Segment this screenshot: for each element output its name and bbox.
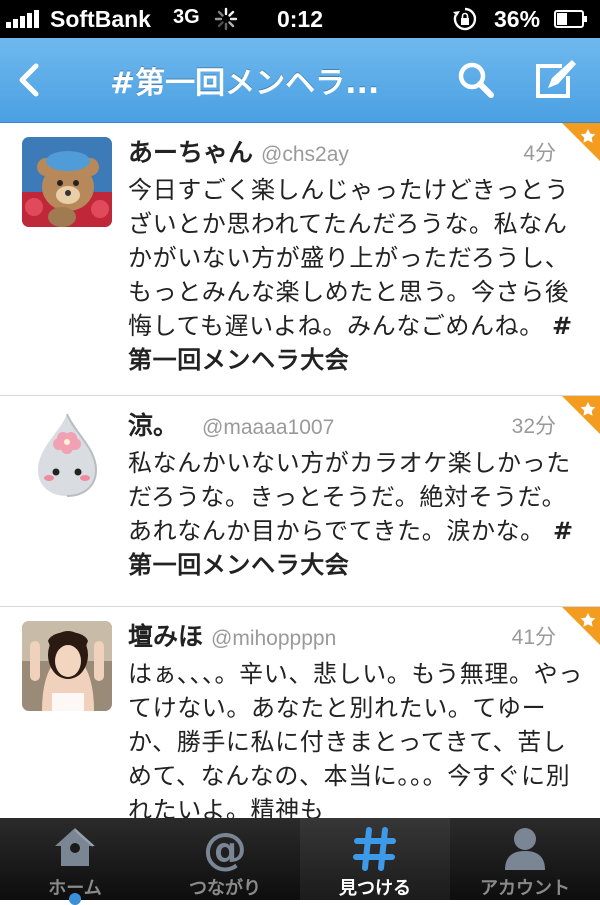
navigation-bar: #第一回メンヘラ... bbox=[0, 38, 600, 123]
user-handle[interactable]: @maaaa1007 bbox=[202, 416, 334, 439]
tweet-timestamp: 32分 bbox=[511, 415, 556, 438]
tab-account[interactable]: アカウント bbox=[450, 818, 600, 900]
tweet-text: 私なんかいない方がカラオケ楽しかっただろうな。きっとそうだ。絶対そうだ。あれなん… bbox=[128, 446, 584, 582]
tab-discover[interactable]: 見つける bbox=[300, 818, 450, 900]
tab-label: つながり bbox=[189, 878, 261, 899]
tweet-body: はぁ、、、。辛い、悲しい。もう無理。やってけない。あなたと別れたい。てゆーか、勝… bbox=[128, 660, 583, 818]
favorite-star-icon bbox=[562, 123, 600, 161]
user-display-name[interactable]: あーちゃん @chs2ay bbox=[128, 133, 349, 169]
unread-indicator bbox=[69, 893, 81, 905]
hash-icon bbox=[353, 827, 396, 871]
compose-tweet-icon[interactable] bbox=[532, 58, 578, 102]
user-name[interactable]: あーちゃん bbox=[128, 138, 253, 167]
favorite-star-icon bbox=[562, 607, 600, 645]
orientation-lock-icon bbox=[453, 7, 477, 31]
user-handle[interactable]: @mihoppppn bbox=[211, 627, 336, 650]
tab-bar: ホーム @ つながり 見つける アカウント bbox=[0, 818, 600, 905]
tweet-item[interactable]: 涼。 @maaaa1007 32分 私なんかいない方がカラオケ楽しかっただろうな。… bbox=[0, 396, 600, 607]
tweet-timestamp: 41分 bbox=[511, 626, 556, 649]
favorite-star-icon bbox=[562, 396, 600, 434]
tweet-item[interactable]: あーちゃん @chs2ay 4分 今日すごく楽しんじゃったけどきっとうざいとか思わ… bbox=[0, 123, 600, 396]
search-icon[interactable] bbox=[456, 60, 496, 100]
tweet-item[interactable]: 壇みほ @mihoppppn 41分 はぁ、、、。辛い、悲しい。もう無理。やってけ… bbox=[0, 607, 600, 818]
tab-connect[interactable]: @ つながり bbox=[150, 818, 300, 900]
avatar[interactable] bbox=[22, 410, 112, 500]
person-icon bbox=[505, 828, 545, 870]
tweet-text: 今日すごく楽しんじゃったけどきっとうざいとか思われてたんだろうな。私なんかがいな… bbox=[128, 173, 584, 377]
avatar[interactable] bbox=[22, 137, 112, 227]
tweet-body: 私なんかいない方がカラオケ楽しかっただろうな。きっとそうだ。絶対そうだ。あれなん… bbox=[128, 449, 571, 545]
user-name[interactable]: 壇みほ bbox=[128, 622, 203, 651]
tweet-timestamp: 4分 bbox=[523, 142, 556, 165]
status-bar: SoftBank 3G 0:12 36% bbox=[0, 0, 600, 38]
tweet-list[interactable]: あーちゃん @chs2ay 4分 今日すごく楽しんじゃったけどきっとうざいとか思わ… bbox=[0, 123, 600, 818]
home-icon bbox=[55, 828, 95, 866]
svg-text:@: @ bbox=[203, 826, 247, 872]
at-icon: @ bbox=[203, 826, 247, 872]
battery-icon bbox=[554, 10, 587, 28]
battery-percentage: 36% bbox=[494, 6, 541, 32]
tab-home[interactable]: ホーム bbox=[0, 818, 150, 905]
user-name[interactable]: 涼。 bbox=[128, 411, 178, 440]
user-handle[interactable]: @chs2ay bbox=[261, 143, 349, 166]
tweet-body: 今日すごく楽しんじゃったけどきっとうざいとか思われてたんだろうな。私なんかがいな… bbox=[128, 176, 570, 340]
tab-label: アカウント bbox=[480, 878, 570, 899]
page-title: #第一回メンヘラ... bbox=[110, 66, 380, 101]
tab-label: 見つける bbox=[339, 878, 411, 899]
tweet-text: はぁ、、、。辛い、悲しい。もう無理。やってけない。あなたと別れたい。てゆーか、勝… bbox=[128, 657, 584, 818]
avatar[interactable] bbox=[22, 621, 112, 711]
user-display-name[interactable]: 涼。 @maaaa1007 bbox=[128, 406, 334, 442]
back-chevron-icon[interactable] bbox=[10, 56, 50, 104]
user-display-name[interactable]: 壇みほ @mihoppppn bbox=[128, 617, 336, 653]
